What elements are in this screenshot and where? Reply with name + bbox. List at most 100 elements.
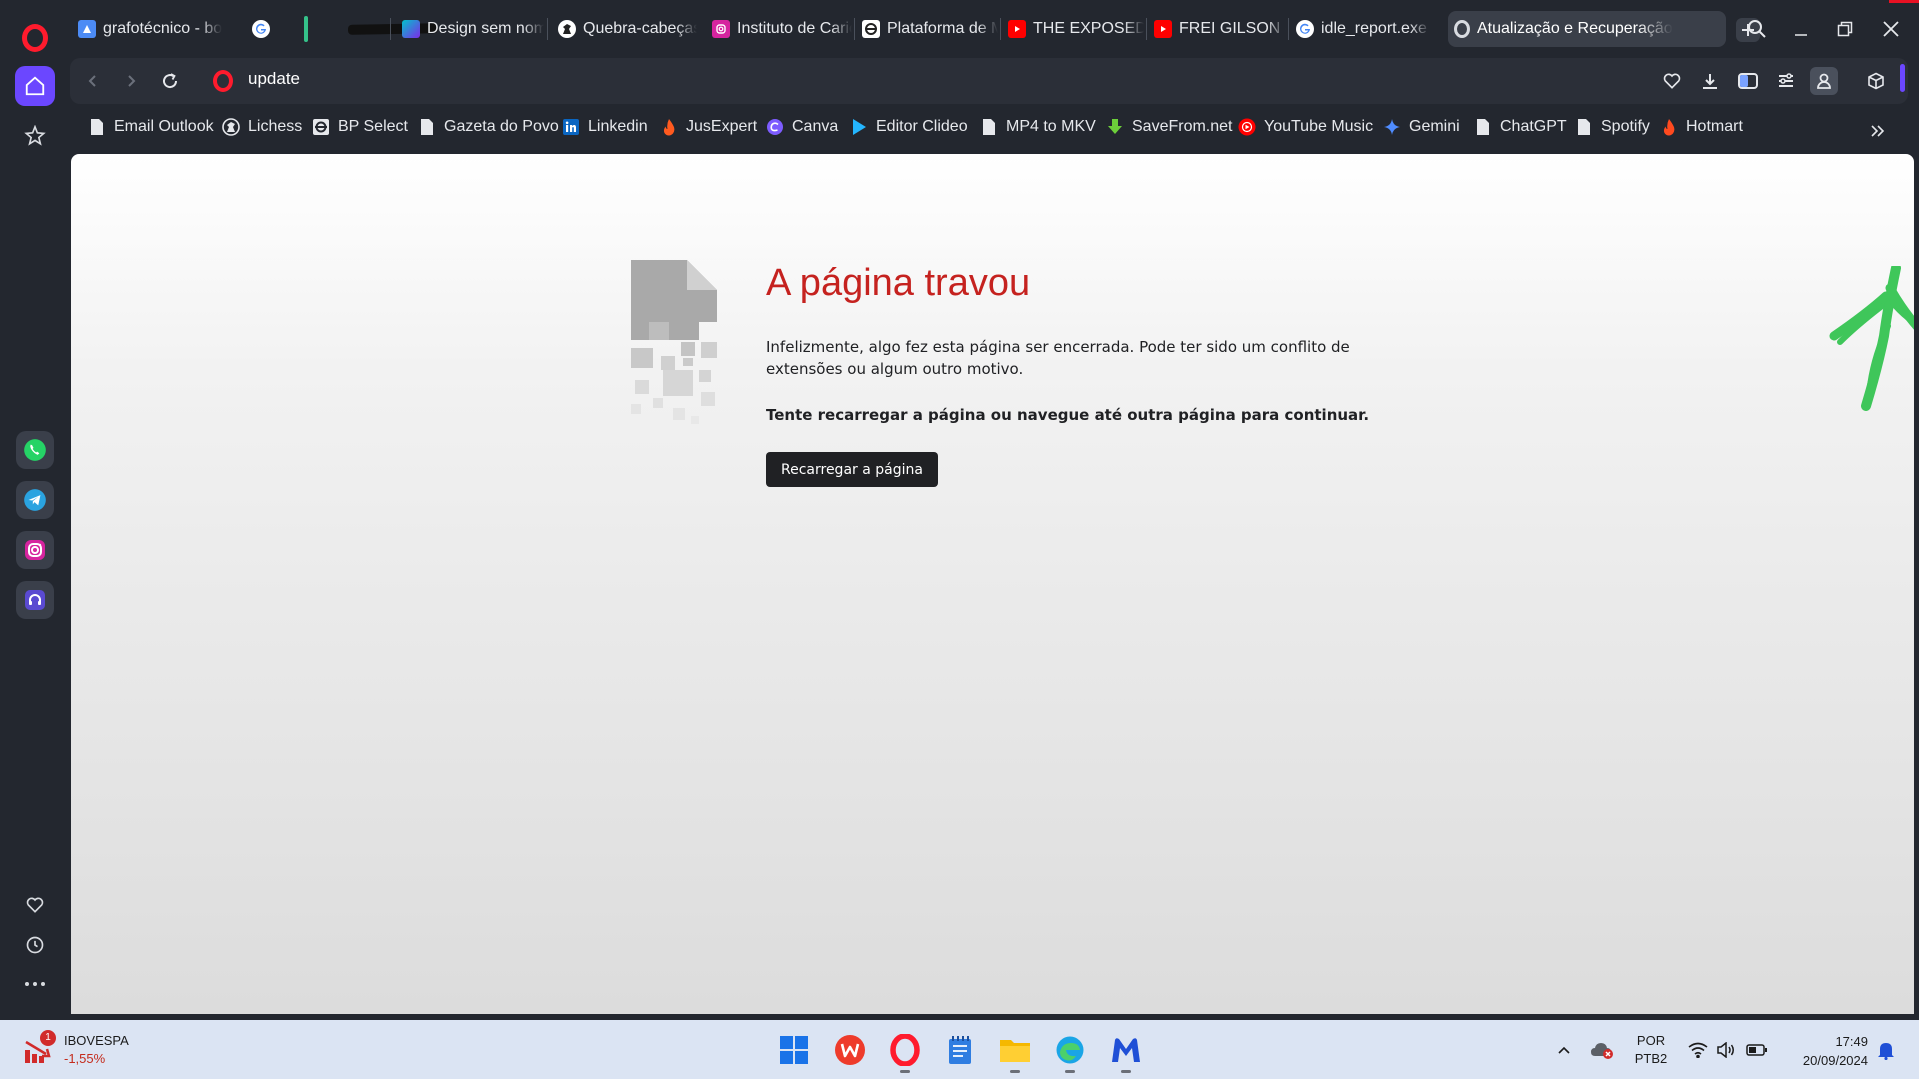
download-arrow-icon — [1106, 118, 1124, 136]
bookmark-lichess[interactable]: Lichess — [222, 118, 302, 136]
sidebar-music-player-button[interactable] — [16, 581, 54, 619]
tray-network-button[interactable] — [1684, 1020, 1712, 1079]
tray-volume-button[interactable] — [1712, 1020, 1740, 1079]
stock-widget[interactable]: 1 IBOVESPA -1,55% — [24, 1030, 154, 1070]
bookmark-youtube-music[interactable]: YouTube Music — [1238, 118, 1373, 136]
bookmarks-overflow-button[interactable] — [1867, 120, 1889, 142]
bookmark-gemini[interactable]: Gemini — [1383, 118, 1460, 136]
opera-sidebar — [0, 0, 70, 1020]
chevron-up-icon — [1558, 1046, 1570, 1054]
opera-icon — [890, 1034, 920, 1066]
chevron-right-icon — [128, 75, 136, 87]
window-accent-line — [1889, 0, 1919, 3]
bookmark-label: Editor Clideo — [876, 118, 968, 135]
reload-button[interactable] — [157, 68, 183, 94]
taskbar-notepad[interactable] — [940, 1030, 980, 1070]
tab-0[interactable]: grafotécnico - bo — [72, 11, 224, 47]
sidebar-history-button[interactable] — [15, 925, 55, 965]
tab-9-active[interactable]: Atualização e Recuperação — [1448, 11, 1726, 47]
downloads-button[interactable] — [1696, 67, 1724, 95]
bookmark-hotmart[interactable]: Hotmart — [1660, 118, 1743, 136]
notification-badge: 1 — [40, 1030, 56, 1046]
bookmark-label: Gemini — [1409, 118, 1460, 135]
bookmark-mp4-to-mkv[interactable]: MP4 to MKV — [980, 118, 1096, 136]
taskbar-start-button[interactable] — [774, 1030, 814, 1070]
tab-label: idle_report.exe n — [1321, 20, 1430, 37]
search-icon — [1748, 20, 1766, 38]
extensions-button[interactable] — [1862, 67, 1890, 95]
bookmark-gazeta-do-povo[interactable]: Gazeta do Povo — [418, 118, 559, 136]
bookmark-label: Linkedin — [588, 118, 648, 135]
bookmark-label: Lichess — [248, 118, 303, 135]
bookmark-bp-select[interactable]: BP Select — [312, 118, 408, 136]
tray-battery-button[interactable] — [1743, 1020, 1771, 1079]
tab-6[interactable]: THE EXPOSED BI — [1002, 11, 1144, 47]
close-window-button[interactable] — [1876, 16, 1906, 42]
play-icon — [850, 118, 868, 136]
chevron-left-icon — [88, 75, 96, 87]
tab-4[interactable]: Instituto de Caric — [706, 11, 852, 47]
sidebar-whatsapp-button[interactable] — [16, 431, 54, 469]
taskbar-malwarebytes[interactable] — [1106, 1030, 1146, 1073]
wifi-icon — [1688, 1042, 1708, 1058]
taskbar-wps-office[interactable] — [830, 1030, 870, 1070]
bookmark-linkedin[interactable]: Linkedin — [562, 118, 648, 136]
input-language-indicator[interactable]: POR PTB2 — [1628, 1032, 1674, 1068]
platform-icon — [312, 118, 330, 136]
profile-button[interactable] — [1810, 67, 1838, 95]
tray-notifications-button[interactable] — [1872, 1020, 1900, 1079]
bookmark-email-outlook[interactable]: Email Outlook — [88, 118, 214, 136]
bookmark-savefrom[interactable]: SaveFrom.net — [1106, 118, 1232, 136]
sidebar-telegram-button[interactable] — [16, 481, 54, 519]
tab-3[interactable]: Quebra-cabeças — [552, 11, 697, 47]
sidebar-instagram-button[interactable] — [16, 531, 54, 569]
minimize-button[interactable] — [1786, 16, 1816, 42]
heart-icon — [1663, 73, 1681, 89]
bookmark-editor-clideo[interactable]: Editor Clideo — [850, 118, 968, 136]
sidebar-speed-dial-button[interactable] — [15, 116, 55, 156]
url-field[interactable]: update — [248, 69, 300, 89]
document-icon — [1474, 118, 1492, 136]
download-icon — [1703, 74, 1717, 89]
whatsapp-icon — [24, 439, 46, 461]
canva-design-icon — [402, 20, 420, 38]
opera-site-icon — [213, 70, 233, 92]
tab-label: Atualização e Recuperação — [1477, 20, 1673, 37]
broken-page-illustration — [631, 260, 717, 424]
menu-lines-icon — [1779, 73, 1793, 87]
bookmark-label: Email Outlook — [114, 118, 214, 135]
tab-label: grafotécnico - bo — [103, 20, 223, 37]
settings-menu-button[interactable] — [1772, 67, 1800, 95]
wps-office-icon — [835, 1035, 865, 1065]
system-clock[interactable]: 17:49 20/09/2024 — [1778, 1032, 1868, 1070]
taskbar-edge[interactable] — [1050, 1030, 1090, 1073]
reload-page-button[interactable]: Recarregar a página — [766, 452, 938, 487]
minimize-icon — [1795, 34, 1807, 36]
back-button[interactable] — [80, 68, 106, 94]
home-icon — [25, 76, 45, 96]
close-icon — [1883, 21, 1899, 37]
search-tabs-button[interactable] — [1742, 16, 1772, 42]
sidebar-home-button[interactable] — [15, 66, 55, 106]
tab-2[interactable]: Design sem nom — [396, 11, 544, 47]
tray-overflow-button[interactable] — [1553, 1020, 1575, 1079]
tray-onedrive-button[interactable] — [1588, 1020, 1616, 1079]
tab-8[interactable]: idle_report.exe n — [1290, 11, 1430, 47]
bookmark-canva[interactable]: Canva — [766, 118, 838, 136]
restore-button[interactable] — [1830, 16, 1860, 42]
bookmark-jusexpert[interactable]: JusExpert — [660, 118, 757, 136]
taskbar-file-explorer[interactable] — [995, 1030, 1035, 1073]
bookmark-spotify[interactable]: Spotify — [1575, 118, 1650, 136]
taskbar-opera[interactable] — [885, 1030, 925, 1073]
opera-logo-icon[interactable] — [22, 24, 48, 52]
address-bar: update — [70, 58, 1908, 104]
sidebar-more-button[interactable] — [15, 964, 55, 1004]
bookmark-chatgpt[interactable]: ChatGPT — [1474, 118, 1567, 136]
bookmark-page-button[interactable] — [1658, 67, 1686, 95]
forward-button[interactable] — [118, 68, 144, 94]
tab-7[interactable]: FREI GILSON - In — [1148, 11, 1286, 47]
sidebar-favorites-button[interactable] — [15, 885, 55, 925]
tab-5[interactable]: Plataforma de M — [856, 11, 998, 47]
sidebar-toggle-strip[interactable] — [1900, 64, 1905, 92]
easy-setup-button[interactable] — [1734, 67, 1762, 95]
